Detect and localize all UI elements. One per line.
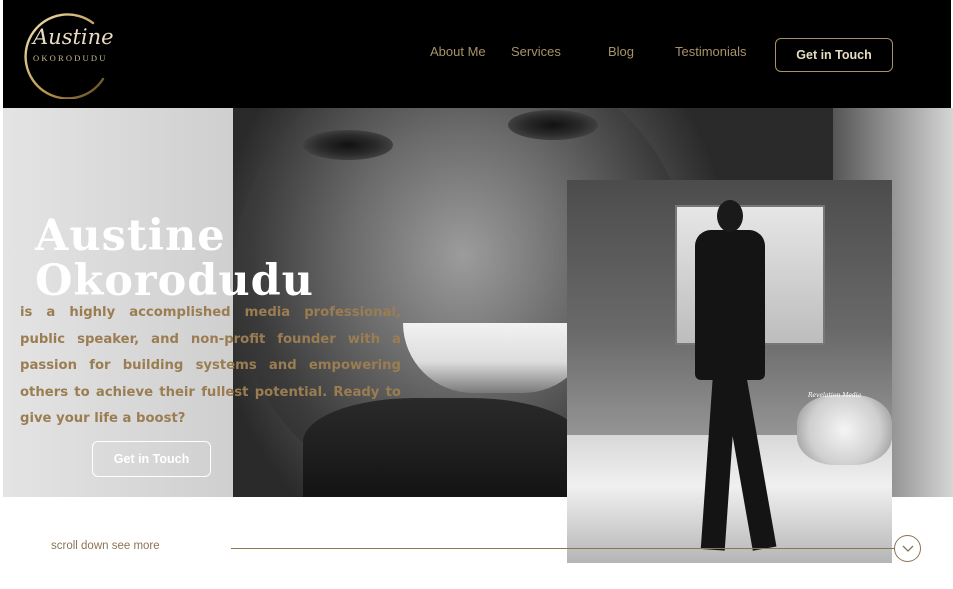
- scroll-down-button[interactable]: [894, 535, 921, 562]
- nav-about-me[interactable]: About Me: [430, 44, 486, 59]
- hero-get-in-touch-button[interactable]: Get in Touch: [92, 441, 211, 477]
- photo-watermark: Revelation Media: [808, 392, 862, 399]
- hero-description: is a highly accomplished media professio…: [20, 305, 401, 426]
- header-get-in-touch-button[interactable]: Get in Touch: [775, 38, 893, 72]
- photo-flowers: [797, 395, 892, 465]
- site-header: Austine OKORODUDU About Me Services Blog…: [3, 0, 951, 108]
- scroll-down-label: scroll down see more: [51, 540, 160, 552]
- hero-name-line1: Austine: [35, 211, 226, 261]
- logo-script-text: Austine: [33, 25, 114, 49]
- hero-name-heading: Austine Okorodudu: [35, 214, 314, 304]
- portrait-eye-right: [508, 110, 598, 140]
- nav-testimonials[interactable]: Testimonials: [675, 44, 747, 59]
- logo-subtitle-text: OKORODUDU: [33, 53, 108, 63]
- nav-services[interactable]: Services: [511, 44, 561, 59]
- photo-person-head: [717, 200, 743, 232]
- chevron-down-icon: [902, 545, 913, 552]
- portrait-eye-left: [303, 130, 393, 160]
- hero-name-line2: Okorodudu: [35, 256, 314, 306]
- speaker-photo: Revelation Media: [567, 180, 892, 563]
- photo-person-body: [695, 230, 765, 380]
- logo[interactable]: Austine OKORODUDU: [23, 9, 114, 100]
- scroll-divider-line: [231, 548, 894, 549]
- nav-blog[interactable]: Blog: [608, 44, 634, 59]
